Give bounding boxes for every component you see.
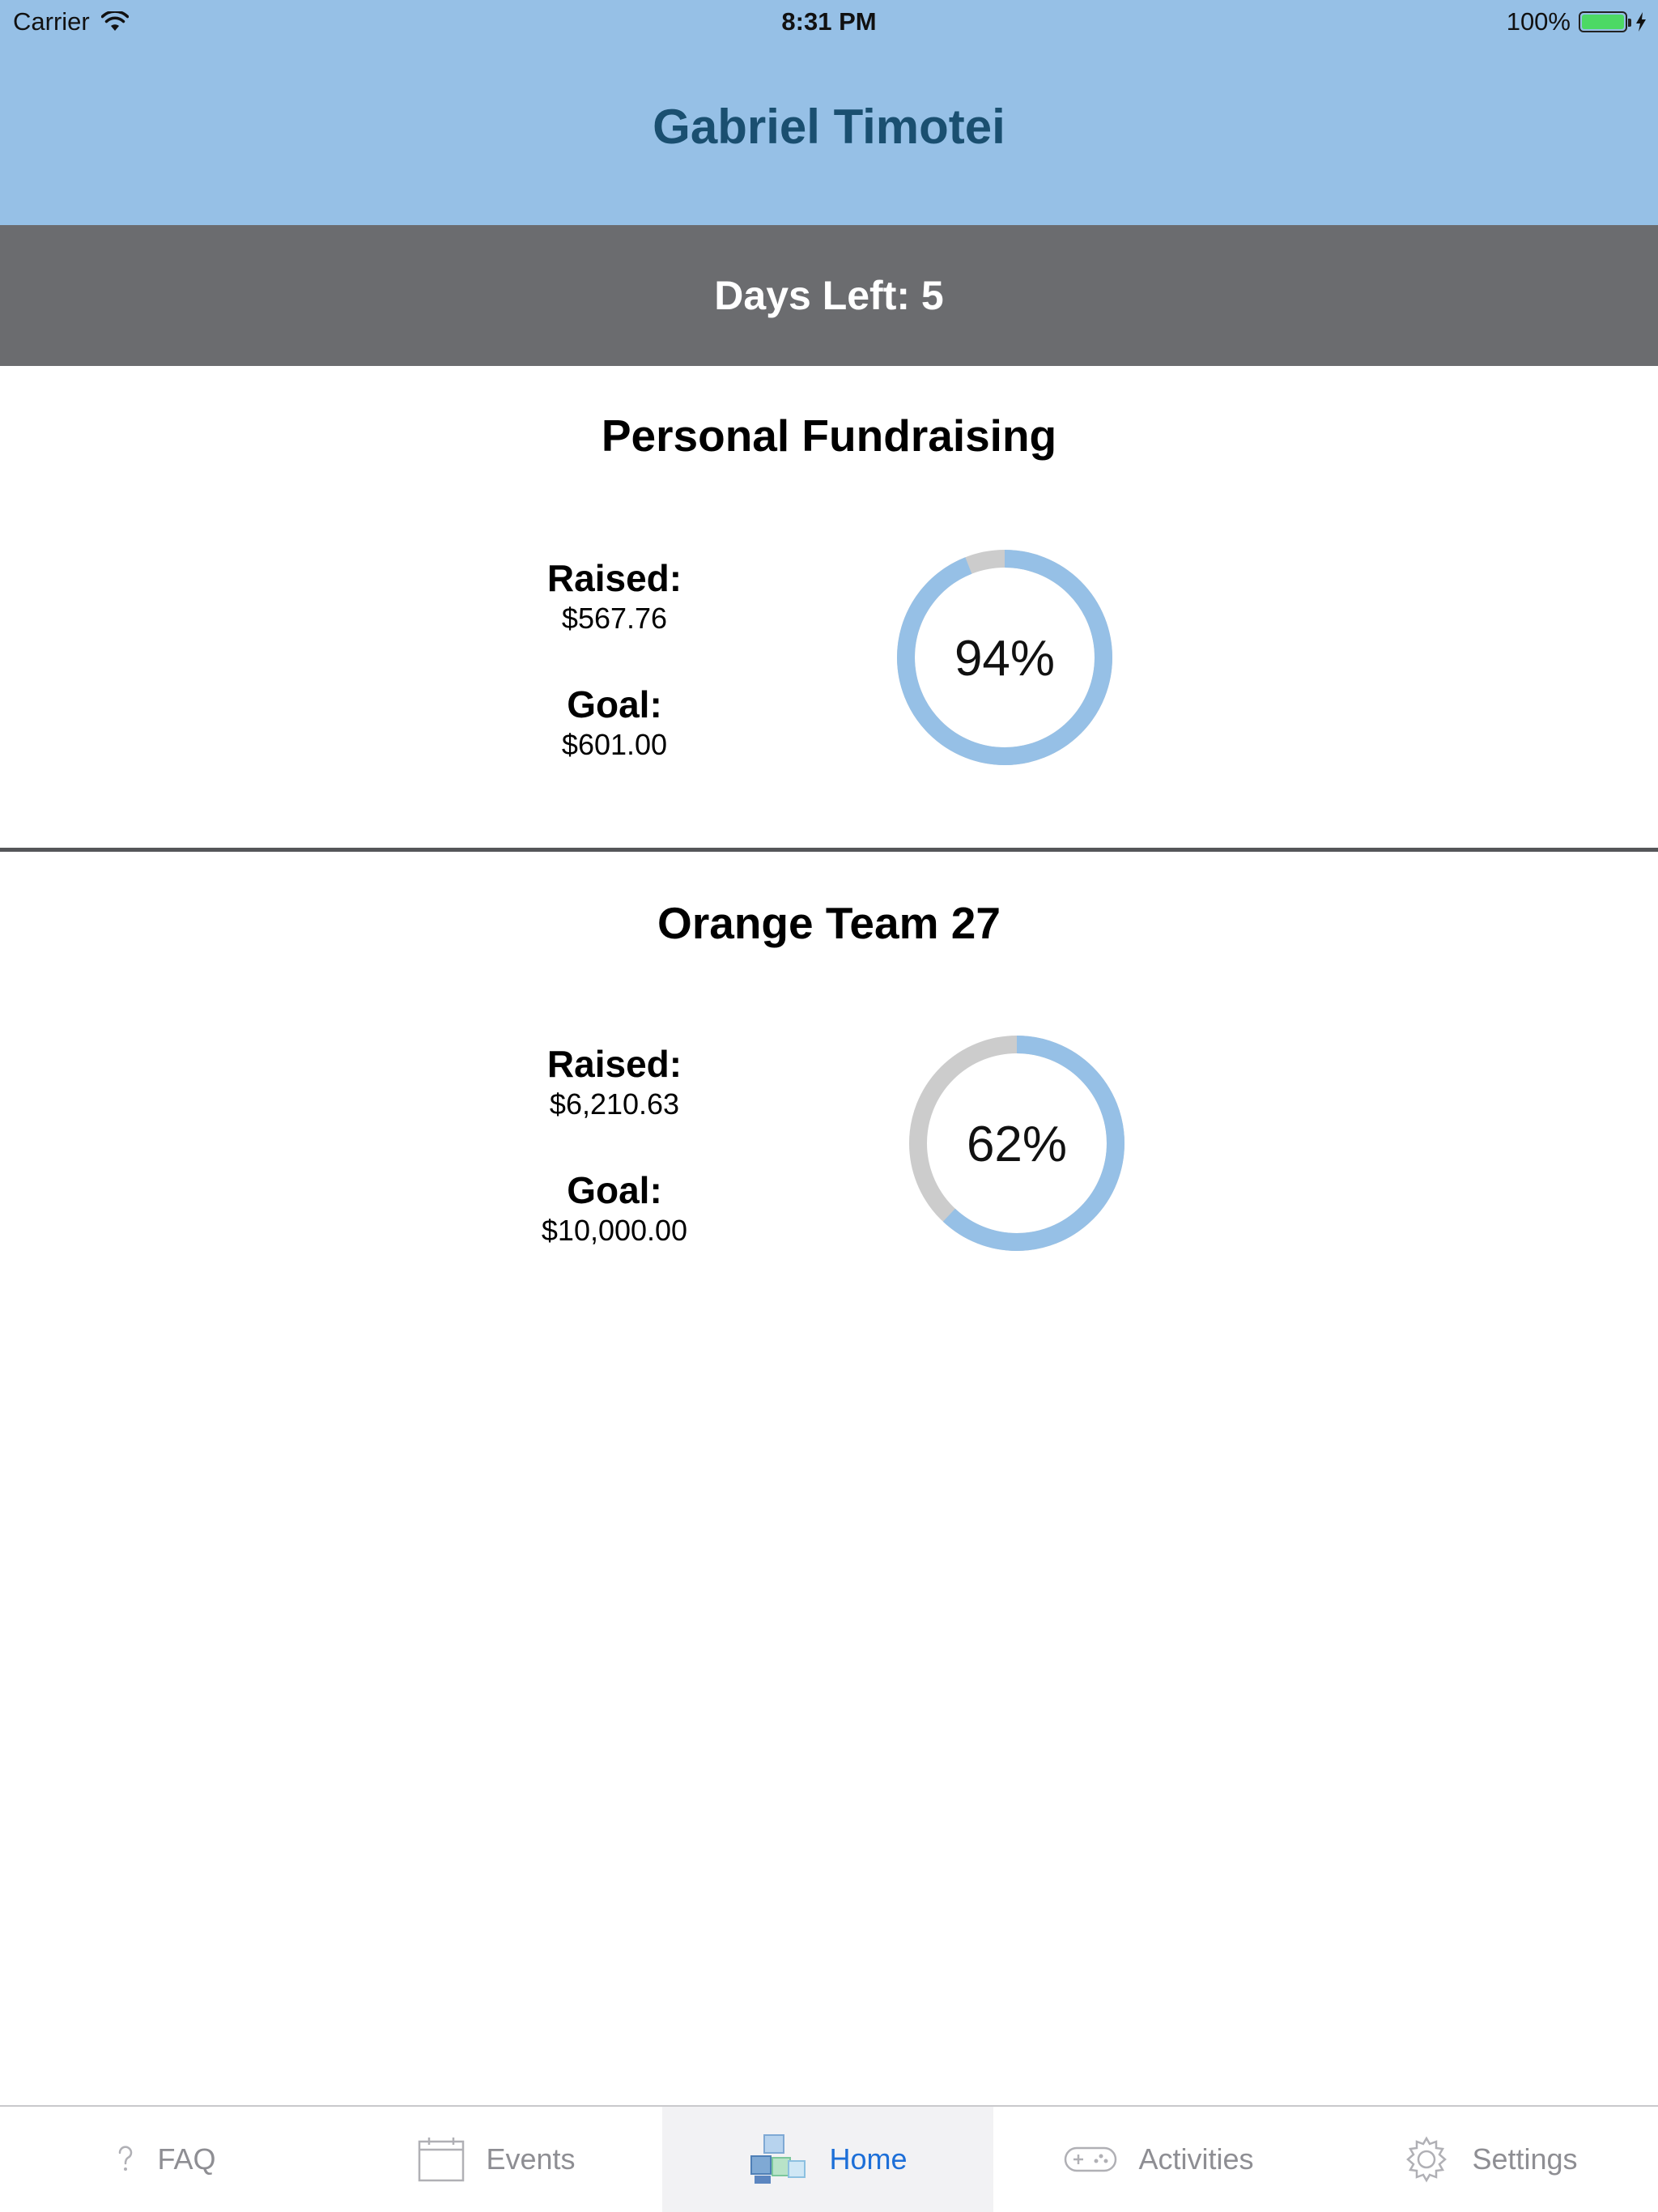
battery-icon bbox=[1579, 11, 1631, 32]
question-icon bbox=[119, 2146, 133, 2171]
tab-label: FAQ bbox=[157, 2142, 216, 2176]
tab-label: Home bbox=[829, 2142, 908, 2176]
clock: 8:31 PM bbox=[781, 7, 877, 36]
battery-percent: 100% bbox=[1506, 7, 1571, 36]
fundraising-stats: Raised: $6,210.63 Goal: $10,000.00 bbox=[453, 1041, 776, 1249]
days-left-banner: Days Left: 5 bbox=[0, 225, 1658, 366]
goal-label: Goal: bbox=[567, 1169, 662, 1211]
tab-label: Activities bbox=[1138, 2142, 1254, 2176]
charging-bolt-icon bbox=[1636, 12, 1646, 32]
tab-faq[interactable]: FAQ bbox=[0, 2107, 331, 2212]
team-fundraising-section: Orange Team 27 Raised: $6,210.63 Goal: $… bbox=[0, 852, 1658, 1338]
section-title: Orange Team 27 bbox=[657, 898, 1001, 948]
battery-indicator: 100% bbox=[1507, 7, 1647, 36]
tab-label: Settings bbox=[1472, 2142, 1578, 2176]
blocks-icon bbox=[750, 2134, 806, 2184]
progress-percent: 62% bbox=[967, 1117, 1067, 1172]
personal-fundraising-section: Personal Fundraising Raised: $567.76 Goa… bbox=[0, 366, 1658, 848]
tab-home[interactable]: Home bbox=[662, 2107, 993, 2212]
progress-ring: 94% bbox=[897, 550, 1112, 765]
raised-label: Raised: bbox=[546, 1043, 682, 1085]
progress-percent: 94% bbox=[954, 631, 1055, 687]
tab-settings[interactable]: Settings bbox=[1324, 2107, 1656, 2212]
calendar-icon bbox=[419, 2138, 465, 2182]
progress-ring: 62% bbox=[909, 1036, 1124, 1251]
goal-label: Goal: bbox=[567, 683, 662, 725]
tab-activities[interactable]: Activities bbox=[993, 2107, 1324, 2212]
tab-bar: FAQ Events Home Activities Settings bbox=[0, 2105, 1658, 2212]
raised-label: Raised: bbox=[546, 557, 682, 599]
gear-icon bbox=[1406, 2136, 1448, 2183]
section-title: Personal Fundraising bbox=[601, 410, 1057, 461]
goal-value: $10,000.00 bbox=[541, 1214, 688, 1247]
fundraising-stats: Raised: $567.76 Goal: $601.00 bbox=[453, 555, 776, 763]
tab-label: Events bbox=[486, 2142, 576, 2176]
gamepad-icon bbox=[1065, 2146, 1117, 2172]
raised-value: $6,210.63 bbox=[549, 1087, 680, 1121]
page-title: Gabriel Timotei bbox=[653, 100, 1005, 154]
goal-value: $601.00 bbox=[561, 728, 668, 761]
app-screen: Carrier 8:31 PM 100% Gabriel Timotei Day… bbox=[0, 0, 1658, 2212]
tab-events[interactable]: Events bbox=[331, 2107, 662, 2212]
status-bar: Carrier 8:31 PM 100% bbox=[0, 0, 1658, 45]
header: Carrier 8:31 PM 100% Gabriel Timotei bbox=[0, 0, 1658, 225]
raised-value: $567.76 bbox=[561, 602, 668, 635]
